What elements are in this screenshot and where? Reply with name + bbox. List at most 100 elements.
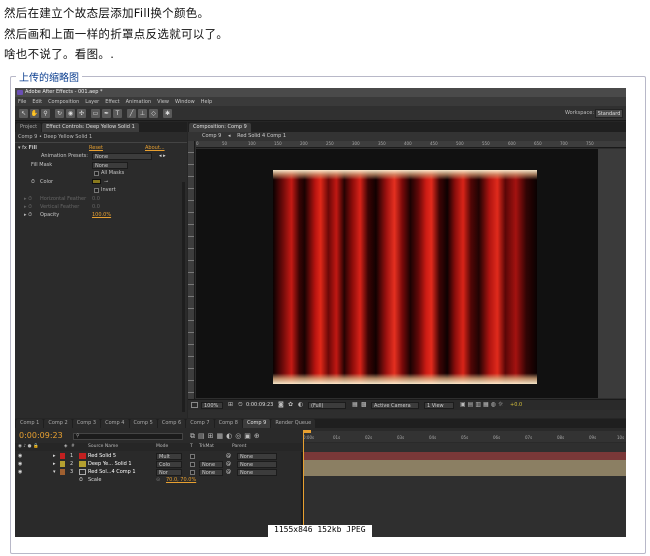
tab-comp1[interactable]: Comp 1 [16,419,44,428]
parent-header[interactable]: Parent [232,443,246,451]
tab-project[interactable]: Project [16,123,42,132]
h-feather-value[interactable]: 0.0 [92,195,100,203]
rectangle-mask-tool-icon[interactable]: ▭ [91,109,100,118]
mode-header[interactable]: Mode [156,443,168,451]
crumb-red-solid-comp[interactable]: Red Solid 4 Comp 1 [237,133,286,139]
timeline-search-input[interactable]: ⚲ [73,433,183,440]
layer-name[interactable]: Red Solid 5 [88,452,116,460]
trkmat-dropdown[interactable]: None [199,461,223,468]
layer-label-color[interactable] [60,469,65,475]
pick-whip-icon[interactable]: @ [226,468,231,476]
layer-mode-dropdown[interactable]: Colo [156,461,182,468]
all-masks-checkbox[interactable] [94,171,99,176]
invert-checkbox[interactable] [94,188,99,193]
layer-row[interactable]: ◉ ▸ 1 Red Solid 5 Mult @ None [15,452,302,460]
pan-behind-tool-icon[interactable]: ✣ [77,109,86,118]
zoom-dropdown[interactable]: 100% [201,402,223,409]
exposure-value[interactable]: +0.0 [510,402,522,408]
layer-mode-dropdown[interactable]: Nor [156,469,182,476]
menu-view[interactable]: View [157,99,169,105]
menu-layer[interactable]: Layer [85,99,99,105]
always-preview-icon[interactable] [191,402,198,408]
v-feather-expand-icon[interactable]: ▸ ⏱ [24,203,32,211]
parent-dropdown[interactable]: None [237,453,277,460]
resolution-dropdown[interactable]: (Full) [308,402,346,409]
trkmat-dropdown[interactable]: None [199,469,223,476]
channel-icon[interactable]: ◐ [298,402,303,408]
layer-duration-bar[interactable] [303,460,626,468]
scale-property-row[interactable]: ⏱ Scale ⊝ 70.0, 70.0% [15,476,302,484]
safe-margins-icon[interactable]: ⊞ [228,402,233,408]
layer-label-color[interactable] [60,461,65,467]
puppet-pin-tool-icon[interactable]: ✱ [163,109,172,118]
eyedropper-icon[interactable]: ⊸ [104,178,108,186]
expand-icon[interactable]: ▸ [53,452,56,460]
trkmat-header[interactable]: TrkMat [199,443,214,451]
color-stopwatch-icon[interactable]: ⏱ [31,178,35,186]
preserve-transparency-checkbox[interactable] [190,462,195,467]
eye-icon[interactable]: ◉ [18,460,22,468]
t-header[interactable]: T [190,443,193,451]
camera-tool-icon[interactable]: ◉ [66,109,75,118]
menu-file[interactable]: File [18,99,26,105]
workspace-dropdown[interactable]: Standard [595,109,623,118]
hand-tool-icon[interactable]: ✋ [30,109,39,118]
source-name-header[interactable]: Source Name [88,443,118,451]
roi-icon[interactable]: ▦ [352,402,358,408]
time-ruler[interactable]: 0:00s 01s 02s 03s 04s 05s 06s 07s 08s 09… [303,430,626,442]
tab-comp9[interactable]: Comp 9 [243,419,271,428]
fill-mask-dropdown[interactable]: None [92,162,128,169]
layer-duration-bar[interactable] [303,468,626,476]
effect-reset-link[interactable]: Reset [89,144,103,152]
left-panel-scrollbar[interactable] [182,182,185,412]
zoom-tool-icon[interactable]: ⚲ [41,109,50,118]
preserve-transparency-checkbox[interactable] [190,470,195,475]
scale-stopwatch-icon[interactable]: ⏱ [79,476,83,484]
parent-dropdown[interactable]: None [237,469,277,476]
fx-expand-icon[interactable]: ▾ fx Fill [18,144,37,152]
tab-comp8[interactable]: Comp 8 [214,419,242,428]
tab-effect-controls[interactable]: Effect Controls: Deep Yellow Solid 1 [42,123,139,132]
eye-icon[interactable]: ◉ [18,452,22,460]
crumb-comp9[interactable]: Comp 9 [202,133,221,139]
tab-comp3[interactable]: Comp 3 [72,419,101,428]
layer-duration-bar[interactable] [303,452,626,460]
menu-composition[interactable]: Composition [48,99,79,105]
timeline-track-area[interactable] [303,431,626,537]
layer-row[interactable]: ◉ ▾ 3 Red Sol...4 Comp 1 Nor None @ None [15,468,302,476]
menu-help[interactable]: Help [201,99,212,105]
preset-nav-icons[interactable]: ◂ ▸ [159,152,166,160]
tab-render-queue[interactable]: Render Queue [271,419,316,428]
menu-animation[interactable]: Animation [126,99,152,105]
layer-row[interactable]: ◉ ▸ 2 Deep Ye... Solid 1 Colo None @ Non… [15,460,302,468]
layer-mode-dropdown[interactable]: Mult [156,453,182,460]
tab-comp4[interactable]: Comp 4 [101,419,129,428]
scale-value[interactable]: 70.0, 70.0% [166,476,196,484]
pick-whip-icon[interactable]: @ [226,460,231,468]
effect-about-link[interactable]: About... [145,144,165,152]
after-effects-screenshot[interactable]: Adobe After Effects - 001.aep * File Edi… [15,88,626,537]
menu-window[interactable]: Window [175,99,195,105]
camera-dropdown[interactable]: Active Camera [371,402,419,409]
v-feather-value[interactable]: 0.0 [92,203,100,211]
parent-dropdown[interactable]: None [237,461,277,468]
layer-name[interactable]: Red Sol...4 Comp 1 [88,468,136,476]
snapshot-icon[interactable]: ◙ [278,402,284,408]
constrain-link-icon[interactable]: ⊝ [156,476,160,484]
color-swatch[interactable] [92,179,101,184]
clone-stamp-tool-icon[interactable]: ⊥ [138,109,147,118]
layer-label-color[interactable] [60,453,65,459]
tab-comp7[interactable]: Comp 7 [186,419,214,428]
tab-composition[interactable]: Composition: Comp 9 [189,123,251,132]
work-area-start[interactable] [303,430,311,433]
tab-comp5[interactable]: Comp 5 [129,419,157,428]
selection-tool-icon[interactable]: ↖ [19,109,28,118]
viewer-option-icons[interactable]: ▣▤▥▦◍☼ [460,402,505,408]
text-tool-icon[interactable]: T [113,109,122,118]
h-feather-expand-icon[interactable]: ▸ ⏱ [24,195,32,203]
show-snapshot-icon[interactable]: ✿ [288,402,293,408]
pick-whip-icon[interactable]: @ [226,452,231,460]
opacity-expand-icon[interactable]: ▸ ⏱ [24,211,32,219]
expand-icon[interactable]: ▸ [53,460,56,468]
animation-presets-dropdown[interactable]: None [92,153,152,160]
